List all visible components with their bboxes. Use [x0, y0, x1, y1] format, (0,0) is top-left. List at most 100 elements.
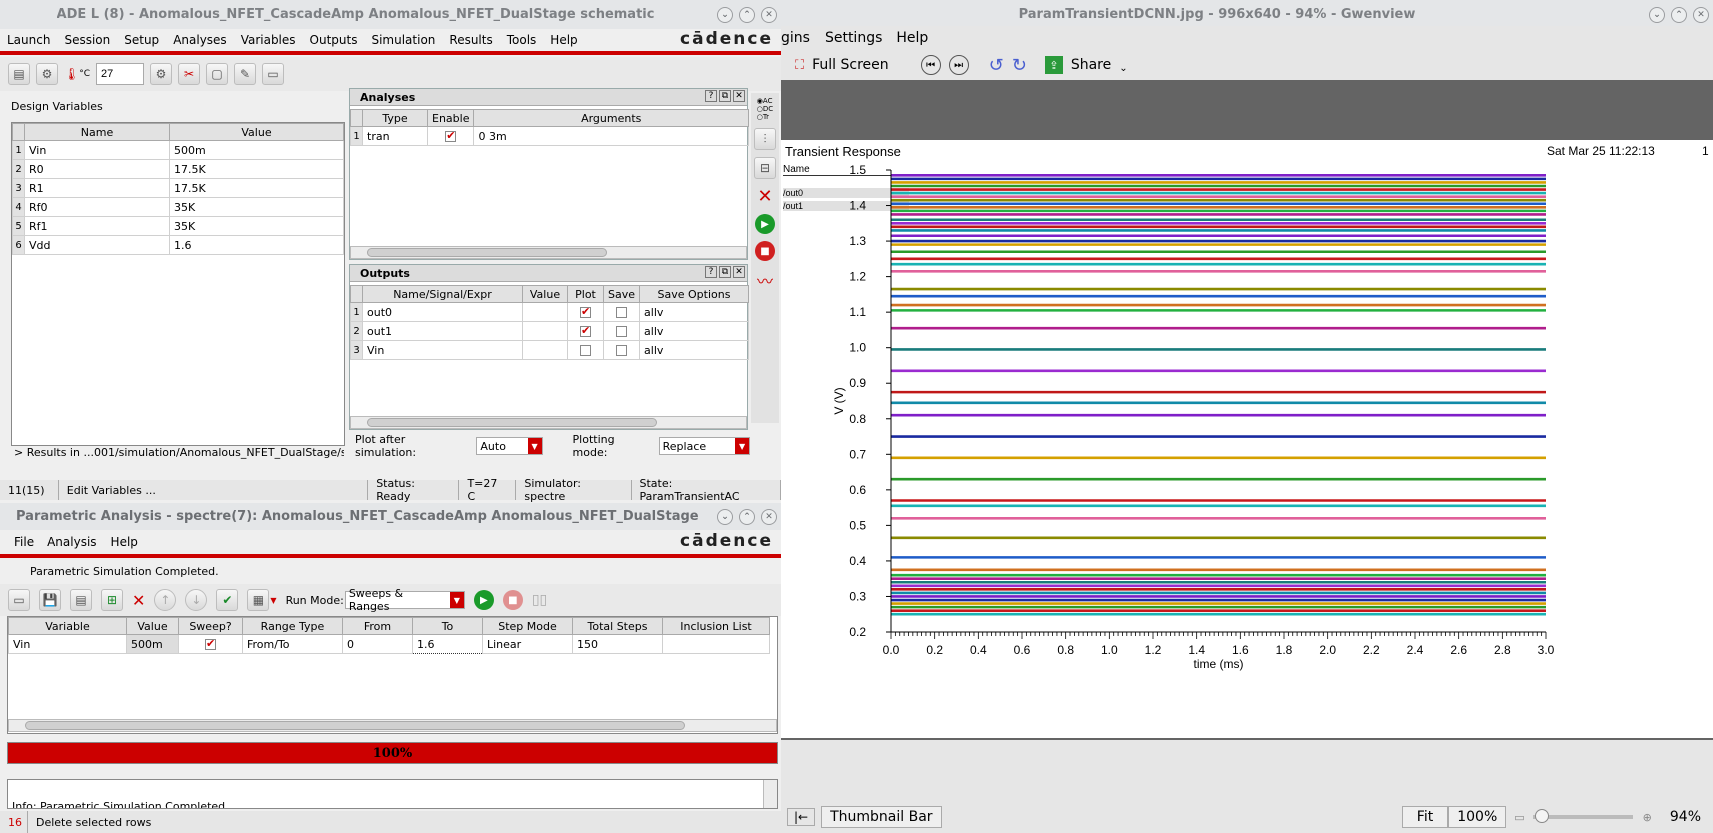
menu-launch[interactable]: Launch: [0, 33, 57, 47]
lock-icon[interactable]: ▢: [206, 63, 229, 85]
fullscreen-icon[interactable]: ⛶: [795, 58, 804, 73]
menu-variables[interactable]: Variables: [234, 33, 303, 47]
open-icon[interactable]: ▭: [8, 589, 30, 611]
table-row[interactable]: 2out1allv: [350, 321, 749, 341]
table-row[interactable]: 6 Vdd 1.6: [12, 235, 344, 255]
share-button[interactable]: Share: [1071, 57, 1111, 73]
plot-mode-select[interactable]: Replace ▼: [658, 437, 751, 455]
table-row[interactable]: 3 R1 17.5K: [12, 178, 344, 198]
save-checkbox[interactable]: [616, 345, 627, 356]
fit-button[interactable]: Fit: [1401, 806, 1449, 828]
folder-icon[interactable]: ▭: [262, 63, 285, 85]
menu-help[interactable]: Help: [104, 535, 145, 549]
rotate-left-icon[interactable]: ↺: [989, 55, 1004, 76]
plot-checkbox[interactable]: [580, 305, 591, 318]
sidebar-toggle-icon[interactable]: |←: [787, 808, 816, 826]
menu-simulation[interactable]: Simulation: [364, 33, 442, 47]
enable-checkbox[interactable]: [445, 129, 457, 142]
delete-icon[interactable]: ✕: [132, 591, 145, 610]
help-icon[interactable]: ?: [705, 266, 717, 278]
maximize-icon[interactable]: ⌃: [739, 509, 755, 525]
plot-checkbox[interactable]: [580, 324, 591, 337]
param-hscroll[interactable]: [8, 719, 777, 732]
previous-icon[interactable]: ⏮: [920, 55, 941, 75]
stop-icon[interactable]: ■: [755, 241, 775, 261]
chevron-down-icon[interactable]: ⌄: [1119, 63, 1127, 74]
menu-settings[interactable]: Settings: [818, 30, 889, 46]
slider-handle[interactable]: [1534, 809, 1549, 823]
maximize-icon[interactable]: ⌃: [1671, 7, 1687, 23]
hierarchy-icon[interactable]: ⊟: [754, 157, 776, 179]
open-icon[interactable]: ▤: [8, 63, 30, 85]
minimize-icon[interactable]: ⌄: [717, 7, 733, 23]
zoom-100-button[interactable]: 100%: [1448, 806, 1507, 828]
float-icon[interactable]: ⧉: [719, 266, 731, 278]
analysis-type-icon[interactable]: ◉AC ○DC ○Tr: [757, 97, 773, 121]
param-titlebar[interactable]: Parametric Analysis - spectre(7): Anomal…: [0, 503, 781, 531]
run-mode-select[interactable]: Sweeps & Ranges ▼: [344, 587, 465, 613]
temperature-input[interactable]: [96, 63, 145, 85]
close-icon[interactable]: ✕: [761, 7, 777, 23]
minimize-icon[interactable]: ⌄: [1649, 7, 1665, 23]
menu-analyses[interactable]: Analyses: [166, 33, 234, 47]
close-icon[interactable]: ✕: [733, 266, 745, 278]
move-up-icon[interactable]: ↑: [154, 589, 177, 611]
save-as-icon[interactable]: ▤: [70, 589, 92, 611]
netlist-icon[interactable]: ✂: [178, 63, 201, 85]
save-icon[interactable]: 💾: [39, 589, 61, 611]
table-row[interactable]: 1tran0 3m: [350, 126, 749, 146]
close-icon[interactable]: ✕: [733, 90, 745, 102]
save-state-icon[interactable]: ⚙: [36, 63, 58, 85]
menu-help[interactable]: Help: [543, 33, 584, 47]
menu-results[interactable]: Results: [442, 33, 499, 47]
table-row[interactable]: 1 Vin 500m: [12, 140, 344, 160]
rotate-right-icon[interactable]: ↻: [1012, 55, 1027, 76]
table-row[interactable]: 5 Rf1 35K: [12, 216, 344, 236]
minimize-icon[interactable]: ⌄: [717, 509, 733, 525]
close-icon[interactable]: ✕: [761, 509, 777, 525]
edit-icon[interactable]: ✎: [234, 63, 257, 85]
pause-icon[interactable]: ▯▯: [532, 592, 547, 608]
plot-after-select[interactable]: Auto ▼: [476, 437, 543, 455]
analyses-hscroll[interactable]: [350, 246, 747, 259]
menu-file[interactable]: File: [0, 535, 40, 549]
table-row[interactable]: 4 Rf0 35K: [12, 197, 344, 217]
zoom-in-icon[interactable]: ⊕: [1643, 811, 1652, 824]
table-view-icon[interactable]: ▦: [247, 589, 270, 611]
float-icon[interactable]: ⧉: [719, 90, 731, 102]
save-checkbox[interactable]: [616, 326, 627, 337]
menu-session[interactable]: Session: [57, 33, 117, 47]
zoom-slider[interactable]: [1532, 809, 1633, 823]
share-icon[interactable]: ⇪: [1044, 56, 1063, 74]
save-checkbox[interactable]: [616, 307, 627, 318]
menu-tools[interactable]: Tools: [500, 33, 544, 47]
thumbnail-bar-button[interactable]: Thumbnail Bar: [821, 806, 942, 828]
log-vscroll[interactable]: [763, 780, 777, 808]
ade-titlebar[interactable]: ADE L (8) - Anomalous_NFET_CascadeAmp An…: [0, 0, 781, 30]
zoom-out-icon[interactable]: ▭: [1514, 811, 1524, 824]
close-icon[interactable]: ✕: [1693, 7, 1709, 23]
plot-icon[interactable]: 〰: [757, 268, 773, 292]
run-icon[interactable]: ▶: [473, 590, 494, 610]
sweep-checkbox[interactable]: [205, 637, 216, 650]
chevron-down-icon[interactable]: ▼: [270, 596, 276, 605]
maximize-icon[interactable]: ⌃: [739, 7, 755, 23]
next-icon[interactable]: ⏭: [948, 55, 969, 75]
help-icon[interactable]: ?: [705, 90, 717, 102]
menu-analysis[interactable]: Analysis: [40, 535, 103, 549]
stop-icon[interactable]: ■: [502, 590, 523, 610]
table-row[interactable]: Vin 500m From/To 0 1.6 Linear 150: [8, 634, 770, 654]
table-row[interactable]: 2 R0 17.5K: [12, 159, 344, 179]
menu-help[interactable]: Help: [889, 30, 935, 46]
setup-icon[interactable]: ⚙: [150, 63, 173, 85]
move-down-icon[interactable]: ↓: [185, 589, 208, 611]
run-icon[interactable]: ▶: [755, 214, 775, 234]
add-sweep-icon[interactable]: ⊞: [101, 589, 123, 611]
tune-icon[interactable]: ⫶: [754, 128, 776, 150]
delete-icon[interactable]: ✕: [757, 186, 772, 207]
outputs-hscroll[interactable]: [350, 416, 747, 429]
table-row[interactable]: 1out0allv: [350, 302, 749, 322]
plot-checkbox[interactable]: [580, 345, 591, 356]
menu-plugins[interactable]: gins: [781, 30, 818, 46]
check-icon[interactable]: ✔: [216, 589, 239, 611]
